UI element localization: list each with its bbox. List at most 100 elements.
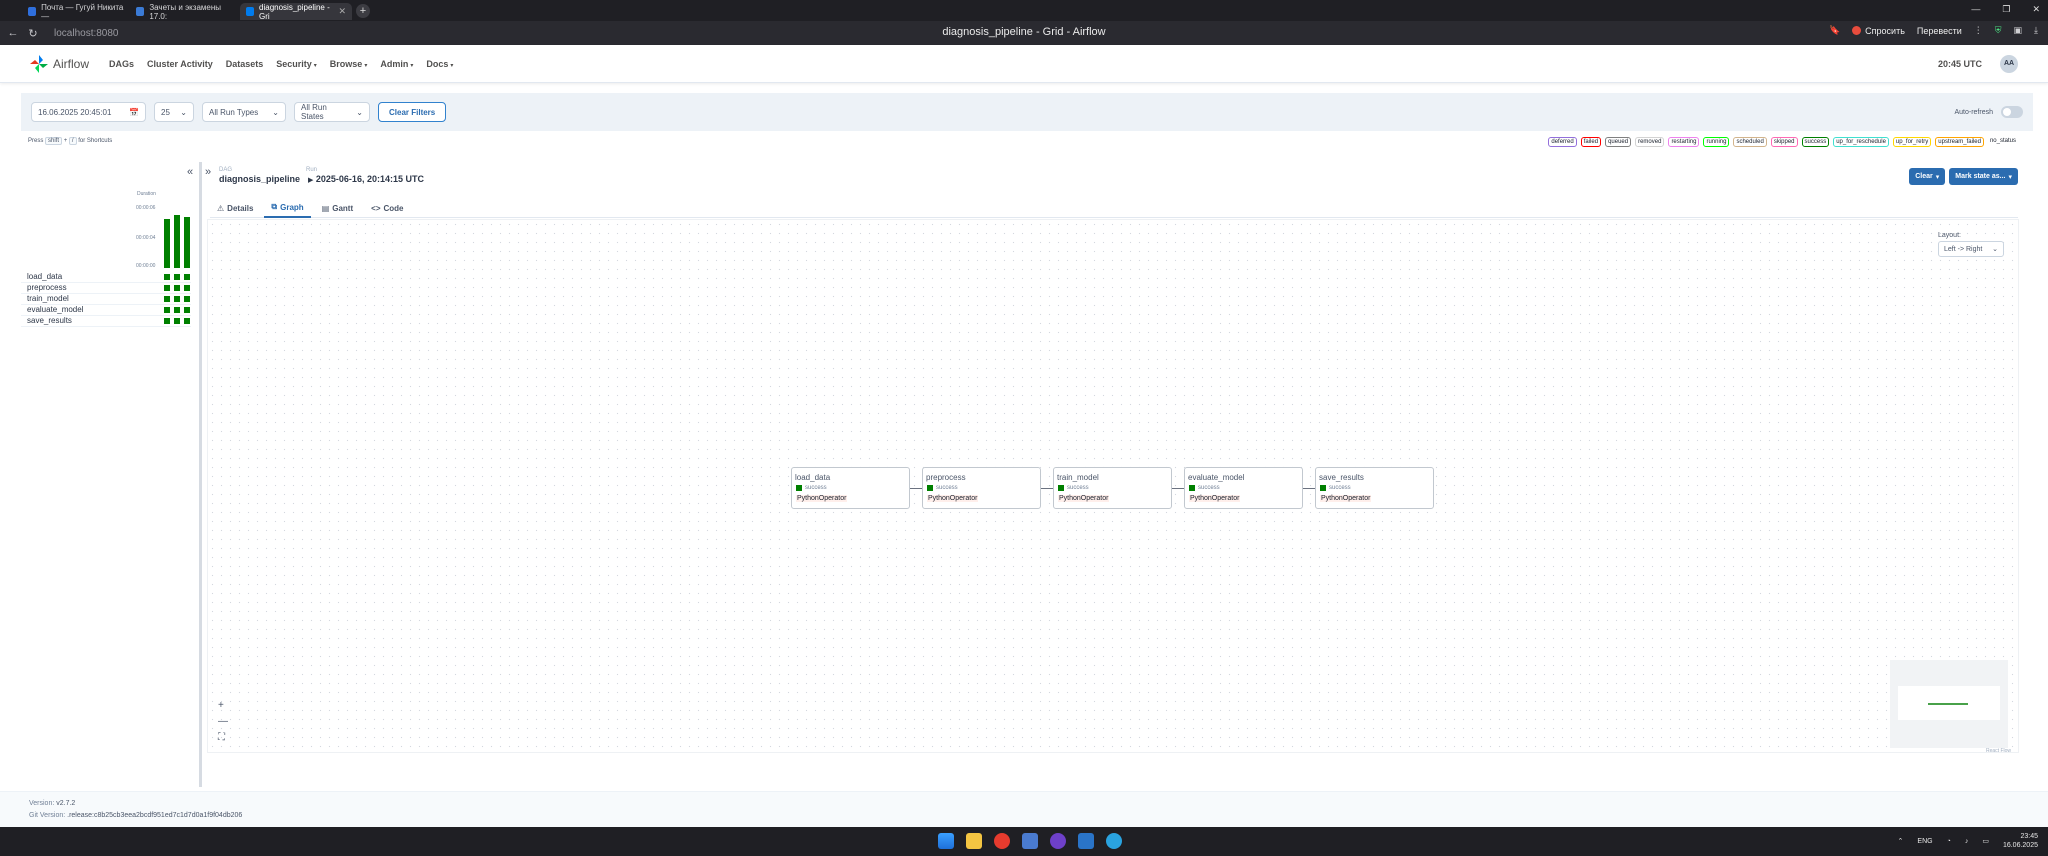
tab-graph[interactable]: ⧉ Graph [264,198,311,218]
legend-up-for-reschedule[interactable]: up_for_reschedule [1833,137,1889,147]
num-runs-select[interactable]: 25 ⌄ [154,102,194,122]
task-node[interactable]: evaluate_model success PythonOperator [1184,467,1303,509]
ask-button[interactable]: Спросить [1852,26,1905,36]
url-field[interactable]: localhost:8080 [54,28,119,39]
airflow-logo[interactable]: Airflow [29,54,89,74]
panel-splitter[interactable] [199,162,202,787]
browser-tab-exams[interactable]: Зачеты и экзамены 17.0: [130,3,240,21]
github-icon[interactable] [1050,833,1066,849]
task-instance-success[interactable] [164,318,170,324]
avatar[interactable]: AA [2000,54,2018,73]
reload-icon[interactable]: ↻ [26,27,40,40]
task-node[interactable]: train_model success PythonOperator [1053,467,1172,509]
task-instance-success[interactable] [164,307,170,313]
task-instance-success[interactable] [184,318,190,324]
taskbar-clock[interactable]: 23:45 16.06.2025 [2003,832,2038,850]
legend-restarting[interactable]: restarting [1668,137,1700,147]
auto-refresh-toggle[interactable] [2001,106,2023,118]
task-node[interactable]: load_data success PythonOperator [791,467,910,509]
tabs-icon[interactable]: ▣ [2014,25,2023,36]
task-instance-success[interactable] [184,296,190,302]
run-duration-bar[interactable] [164,219,170,268]
run-duration-bar[interactable] [174,215,180,268]
layout-select[interactable]: Left -> Right ⌄ [1938,241,2004,257]
legend-up-for-retry[interactable]: up_for_retry [1892,137,1932,147]
nav-admin[interactable]: Admin ▾ [380,59,413,69]
task-instance-success[interactable] [164,296,170,302]
run-duration-bar[interactable] [184,217,190,268]
tab-gantt[interactable]: ▤ Gantt [315,198,360,218]
legend-skipped[interactable]: skipped [1770,137,1798,147]
download-icon[interactable]: ⤓ [2034,25,2038,36]
nav-datasets[interactable]: Datasets [226,59,264,69]
bookmark-icon[interactable]: 🔖 [1829,25,1840,36]
task-row[interactable]: preprocess [21,283,191,294]
task-node[interactable]: save_results success PythonOperator [1315,467,1434,509]
telegram-icon[interactable] [1106,833,1122,849]
new-tab-button[interactable]: + [356,3,370,18]
task-instance-success[interactable] [184,307,190,313]
close-window-icon[interactable]: ✕ [2032,4,2040,15]
fit-view-icon[interactable]: ⛶ [218,732,228,743]
clear-filters-button[interactable]: Clear Filters [378,102,447,122]
task-instance-success[interactable] [164,285,170,291]
back-icon[interactable]: ← [6,27,20,39]
legend-success[interactable]: success [1801,137,1830,147]
utc-time[interactable]: 20:45 UTC [1938,59,1982,69]
wifi-icon[interactable]: ◔ [1947,838,1951,845]
dag-breadcrumb[interactable]: diagnosis_pipeline [219,174,300,184]
task-instance-success[interactable] [174,285,180,291]
close-tab-icon[interactable]: ✕ [338,6,346,17]
translate-button[interactable]: Перевести [1917,26,1962,36]
run-types-select[interactable]: All Run Types ⌄ [202,102,286,122]
vscode-icon[interactable] [1078,833,1094,849]
date-input[interactable]: 16.06.2025 20:45:01 📅 [31,102,146,122]
mark-state-button[interactable]: Mark state as... ▾ [1949,168,2018,185]
legend-upstream-failed[interactable]: upstream_failed [1935,137,1984,147]
react-flow-attribution[interactable]: React Flow [1986,748,2011,754]
expand-details-icon[interactable]: » [205,166,211,178]
task-row[interactable]: train_model [21,294,191,305]
legend-queued[interactable]: queued [1605,137,1632,147]
legend-running[interactable]: running [1703,137,1730,147]
task-instance-success[interactable] [184,274,190,280]
task-row[interactable]: save_results [21,316,191,327]
yandex-browser-icon[interactable] [994,833,1010,849]
legend-deferred[interactable]: deferred [1548,137,1577,147]
more-icon[interactable]: ⋮ [1974,25,1983,36]
keyboard-language[interactable]: ENG [1917,838,1932,845]
nav-security[interactable]: Security ▾ [276,59,317,69]
nav-cluster-activity[interactable]: Cluster Activity [147,59,213,69]
tab-details[interactable]: ⚠ Details [210,198,260,218]
volume-icon[interactable]: ♪ [1965,838,1969,845]
nav-docs[interactable]: Docs ▾ [426,59,453,69]
task-instance-success[interactable] [174,296,180,302]
run-states-select[interactable]: All Run States ⌄ [294,102,370,122]
maximize-icon[interactable]: ❐ [2002,4,2010,15]
windows-start-icon[interactable] [938,833,954,849]
tab-code[interactable]: <> Code [364,198,410,218]
run-breadcrumb[interactable]: ▶ 2025-06-16, 20:14:15 UTC [308,174,424,184]
legend-removed[interactable]: removed [1635,137,1665,147]
tray-expand-icon[interactable]: ⌃ [1898,837,1904,845]
task-instance-success[interactable] [164,274,170,280]
task-instance-success[interactable] [174,307,180,313]
browser-tab-airflow[interactable]: diagnosis_pipeline - Gri ✕ [240,3,352,21]
collapse-grid-icon[interactable]: « [187,166,193,178]
task-row[interactable]: evaluate_model [21,305,191,316]
task-instance-success[interactable] [174,274,180,280]
minimap[interactable] [1890,660,2008,748]
shield-icon[interactable]: ⛨ [1995,25,2002,36]
battery-icon[interactable]: ▭ [1982,837,1989,845]
task-instance-success[interactable] [184,285,190,291]
legend-scheduled[interactable]: scheduled [1733,137,1767,147]
zoom-in-icon[interactable]: + [218,700,228,711]
nav-dags[interactable]: DAGs [109,59,134,69]
clear-button[interactable]: Clear ▾ [1909,168,1946,185]
legend-failed[interactable]: failed [1580,137,1602,147]
browser-tab-mail[interactable]: Почта — Гугуй Никита — [22,3,130,21]
network-app-icon[interactable] [1022,833,1038,849]
task-row[interactable]: load_data [21,272,191,283]
task-node[interactable]: preprocess success PythonOperator [922,467,1041,509]
file-explorer-icon[interactable] [966,833,982,849]
